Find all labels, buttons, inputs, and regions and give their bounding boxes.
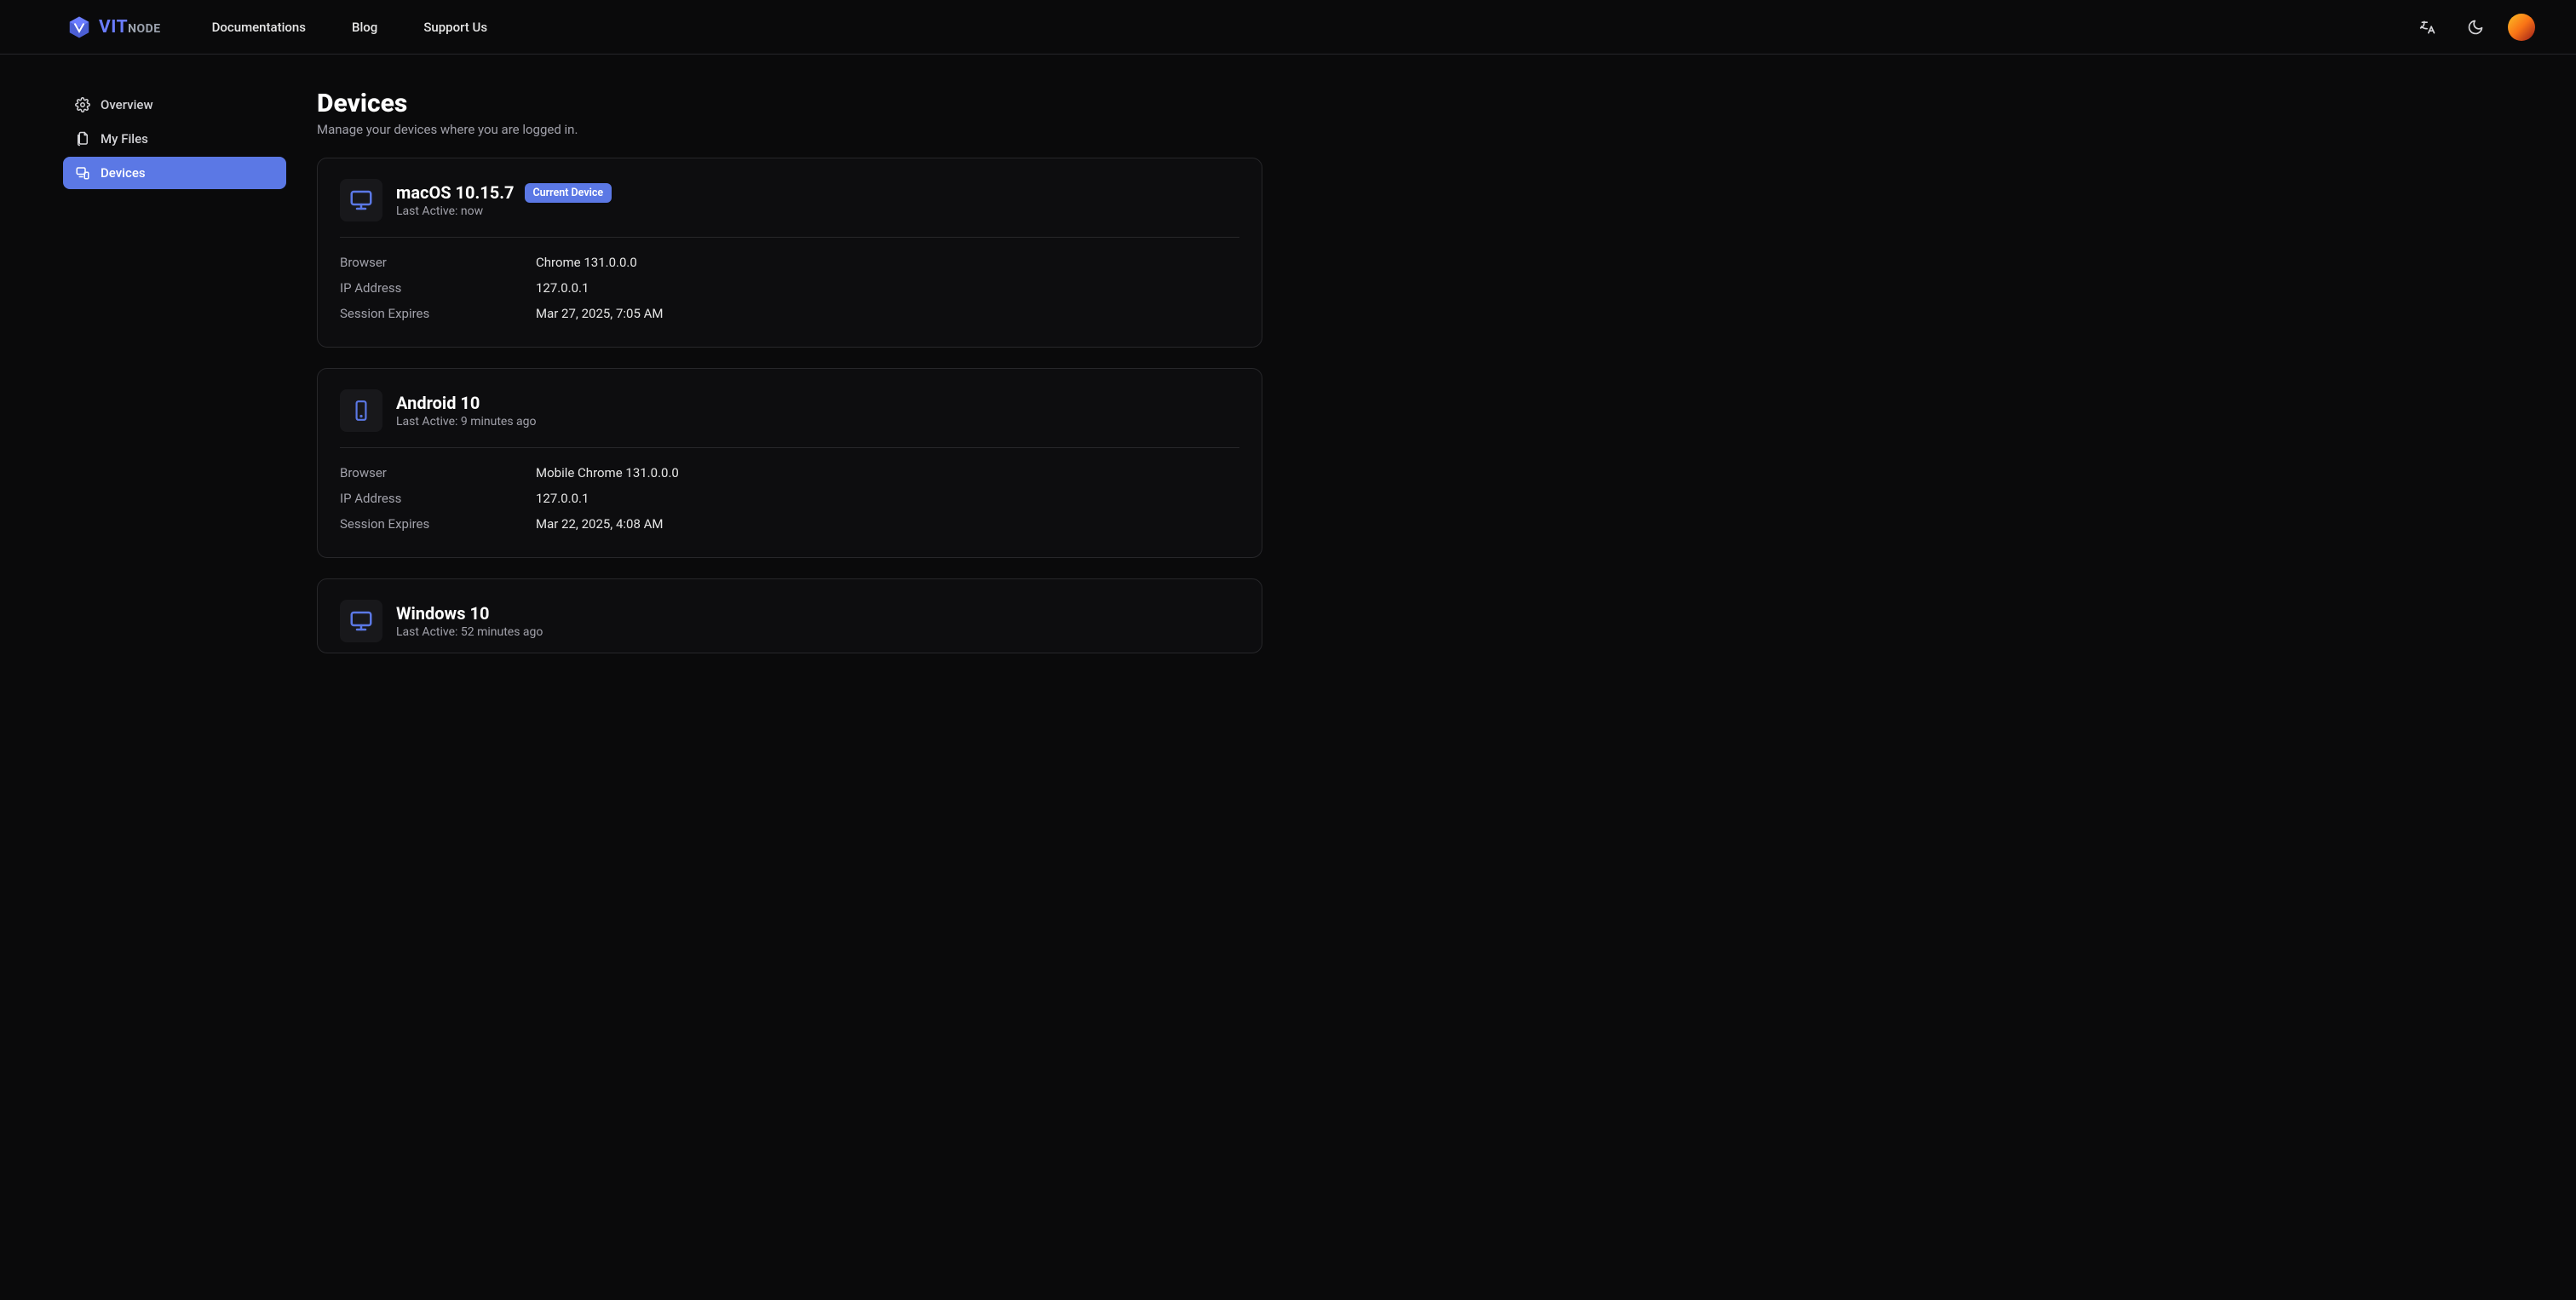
detail-label: Session Expires: [340, 306, 536, 321]
device-title-block: Android 10 Last Active: 9 minutes ago: [396, 393, 537, 429]
topbar-left: VIT NODE Documentations Blog Support Us: [66, 14, 487, 40]
detail-value: Mobile Chrome 131.0.0.0: [536, 465, 679, 480]
monitor-icon: [348, 187, 374, 213]
device-details: Browser Chrome 131.0.0.0 IP Address 127.…: [340, 238, 1239, 326]
device-card-header: Windows 10 Last Active: 52 minutes ago: [340, 600, 1239, 647]
device-card: Windows 10 Last Active: 52 minutes ago: [317, 578, 1262, 653]
logo-text: VIT NODE: [99, 17, 161, 37]
sidebar-label-devices: Devices: [101, 165, 146, 181]
device-title-block: macOS 10.15.7 Current Device Last Active…: [396, 182, 612, 218]
detail-label: Browser: [340, 255, 536, 270]
device-card-header: Android 10 Last Active: 9 minutes ago: [340, 389, 1239, 447]
nav-blog[interactable]: Blog: [352, 20, 377, 35]
detail-row-ip: IP Address 127.0.0.1: [340, 275, 1239, 301]
device-name: Android 10: [396, 393, 480, 413]
detail-value: Chrome 131.0.0.0: [536, 255, 637, 270]
smartphone-icon: [350, 398, 372, 423]
device-card: macOS 10.15.7 Current Device Last Active…: [317, 158, 1262, 348]
page-subtitle: Manage your devices where you are logged…: [317, 122, 1262, 137]
device-name: Windows 10: [396, 603, 489, 624]
device-icon-box: [340, 600, 382, 642]
page-title: Devices: [317, 89, 1262, 118]
detail-row-browser: Browser Chrome 131.0.0.0: [340, 250, 1239, 275]
language-button[interactable]: [2412, 12, 2443, 43]
main: Overview My Files Devices Devices Manage…: [0, 55, 2576, 674]
moon-icon: [2467, 19, 2484, 36]
topbar: VIT NODE Documentations Blog Support Us: [0, 0, 2576, 55]
detail-label: IP Address: [340, 280, 536, 296]
device-title-block: Windows 10 Last Active: 52 minutes ago: [396, 603, 543, 639]
detail-value: 127.0.0.1: [536, 491, 589, 506]
detail-row-browser: Browser Mobile Chrome 131.0.0.0: [340, 460, 1239, 486]
theme-toggle-button[interactable]: [2460, 12, 2491, 43]
nav-documentations[interactable]: Documentations: [212, 20, 306, 35]
device-title-row: macOS 10.15.7 Current Device: [396, 182, 612, 203]
device-name: macOS 10.15.7: [396, 182, 515, 203]
monitor-phone-icon: [75, 165, 90, 181]
detail-row-ip: IP Address 127.0.0.1: [340, 486, 1239, 511]
sidebar-item-devices[interactable]: Devices: [63, 157, 286, 189]
device-card-header: macOS 10.15.7 Current Device Last Active…: [340, 179, 1239, 237]
sidebar-label-overview: Overview: [101, 97, 153, 112]
avatar[interactable]: [2508, 14, 2535, 41]
logo[interactable]: VIT NODE: [66, 14, 161, 40]
sidebar-item-overview[interactable]: Overview: [63, 89, 286, 121]
gear-icon: [75, 97, 90, 112]
device-last-active: Last Active: 52 minutes ago: [396, 625, 543, 639]
sidebar-label-my-files: My Files: [101, 131, 148, 147]
nav-links: Documentations Blog Support Us: [212, 20, 487, 35]
logo-hexagon-icon: [66, 14, 92, 40]
detail-row-session: Session Expires Mar 27, 2025, 7:05 AM: [340, 301, 1239, 326]
logo-node: NODE: [128, 22, 161, 36]
logo-vit: VIT: [99, 17, 128, 37]
detail-label: IP Address: [340, 491, 536, 506]
sidebar-item-my-files[interactable]: My Files: [63, 123, 286, 155]
device-card: Android 10 Last Active: 9 minutes ago Br…: [317, 368, 1262, 558]
topbar-right: [2412, 12, 2535, 43]
nav-support-us[interactable]: Support Us: [423, 20, 487, 35]
detail-row-session: Session Expires Mar 22, 2025, 4:08 AM: [340, 511, 1239, 537]
device-title-row: Android 10: [396, 393, 537, 413]
device-icon-box: [340, 179, 382, 221]
device-icon-box: [340, 389, 382, 432]
files-icon: [75, 131, 90, 147]
detail-value: Mar 27, 2025, 7:05 AM: [536, 306, 664, 321]
translate-icon: [2419, 19, 2436, 36]
device-last-active: Last Active: 9 minutes ago: [396, 415, 537, 429]
current-device-badge: Current Device: [525, 183, 612, 203]
content: Devices Manage your devices where you ar…: [317, 89, 1262, 674]
device-last-active: Last Active: now: [396, 204, 612, 218]
sidebar: Overview My Files Devices: [63, 89, 286, 674]
detail-label: Browser: [340, 465, 536, 480]
detail-value: Mar 22, 2025, 4:08 AM: [536, 516, 664, 532]
device-title-row: Windows 10: [396, 603, 543, 624]
detail-label: Session Expires: [340, 516, 536, 532]
monitor-icon: [348, 608, 374, 634]
detail-value: 127.0.0.1: [536, 280, 589, 296]
device-details: Browser Mobile Chrome 131.0.0.0 IP Addre…: [340, 448, 1239, 537]
